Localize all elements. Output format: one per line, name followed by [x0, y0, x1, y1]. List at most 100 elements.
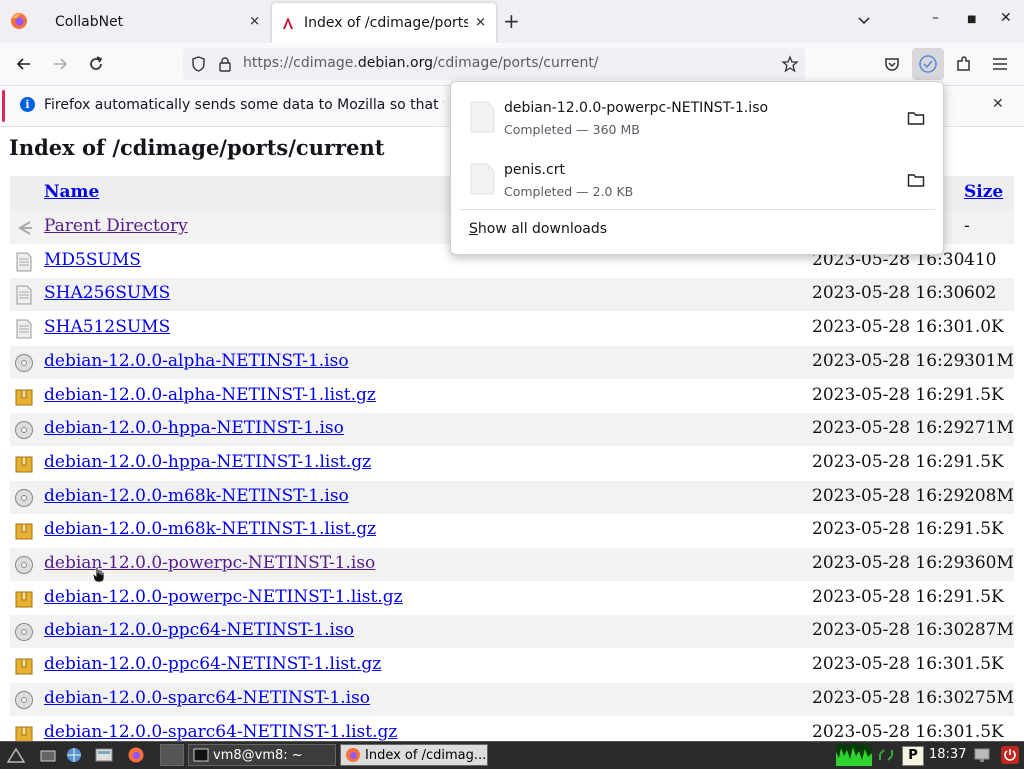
file-link[interactable]: MD5SUMS [44, 250, 141, 270]
download-item[interactable]: debian-12.0.0-powerpc-NETINST-1.iso Comp… [459, 86, 935, 146]
reload-icon[interactable] [86, 54, 106, 74]
file-size: 1.5K [964, 654, 1004, 675]
navigation-toolbar: https://cdimage.debian.org/cdimage/ports… [0, 43, 1024, 86]
file-size: - [964, 216, 970, 236]
taskbar-window-firefox[interactable]: Index of /cdimag... [340, 744, 488, 766]
divider [459, 209, 935, 210]
downloads-button[interactable] [912, 48, 944, 80]
archive-icon [15, 591, 33, 608]
file-link[interactable]: debian-12.0.0-alpha-NETINST-1.list.gz [44, 385, 376, 405]
file-link[interactable]: debian-12.0.0-hppa-NETINST-1.iso [44, 418, 344, 438]
file-link[interactable]: debian-12.0.0-ppc64-NETINST-1.iso [44, 620, 354, 640]
file-date: 2023-05-28 16:29 [812, 384, 965, 405]
file-link[interactable]: debian-12.0.0-m68k-NETINST-1.list.gz [44, 519, 376, 539]
disc-icon [15, 421, 33, 440]
network-status-icon[interactable] [876, 746, 896, 764]
show-all-downloads-button[interactable]: Show all downloads [469, 221, 607, 237]
name-column-header[interactable]: Name [44, 182, 99, 202]
table-row: SHA512SUMS 2023-05-28 16:30 1.0K [10, 312, 1014, 345]
file-link[interactable]: debian-12.0.0-alpha-NETINST-1.iso [44, 351, 349, 371]
folder-icon[interactable] [907, 110, 925, 126]
display-settings-icon[interactable] [972, 746, 992, 764]
file-size: 271M [964, 418, 1014, 439]
forward-arrow-icon[interactable] [50, 54, 70, 74]
close-tab-icon[interactable]: ✕ [475, 16, 486, 31]
tab-label: Index of /cdimage/ports/current/ [304, 15, 468, 31]
close-tab-icon[interactable]: ✕ [249, 14, 260, 29]
folder-icon[interactable] [907, 172, 925, 188]
network-globe-icon[interactable] [64, 746, 84, 764]
file-date: 2023-05-28 16:29 [812, 451, 965, 472]
taskbar-window-label: vm8@vm8: ~ [213, 747, 303, 763]
file-link[interactable]: debian-12.0.0-sparc64-NETINST-1.list.gz [44, 722, 397, 742]
terminal-icon [193, 748, 209, 762]
table-row: debian-12.0.0-ppc64-NETINST-1.iso 2023-05… [10, 615, 1014, 649]
debian-favicon-icon [283, 17, 293, 29]
file-size: 208M [964, 485, 1014, 506]
info-icon: i [20, 97, 35, 112]
table-row: debian-12.0.0-hppa-NETINST-1.iso 2023-05-… [10, 413, 1014, 447]
file-link[interactable]: debian-12.0.0-hppa-NETINST-1.list.gz [44, 452, 371, 472]
table-row: debian-12.0.0-alpha-NETINST-1.list.gz 202… [10, 380, 1014, 413]
close-window-icon[interactable]: ✕ [1000, 10, 1012, 26]
taskbar-window-terminal[interactable]: vm8@vm8: ~ [188, 744, 336, 766]
new-tab-plus-icon[interactable]: + [503, 9, 520, 33]
taskbar-clock[interactable]: 18:37 [929, 747, 966, 762]
file-size: 1.5K [964, 586, 1004, 607]
file-size: 1.0K [964, 317, 1004, 338]
file-date: 2023-05-28 16:30 [812, 620, 965, 641]
back-arrow-icon[interactable] [14, 54, 34, 74]
disc-icon [15, 623, 33, 642]
file-link[interactable]: debian-12.0.0-powerpc-NETINST-1.list.gz [44, 587, 403, 607]
file-link[interactable]: Parent Directory [44, 216, 188, 236]
file-link[interactable]: debian-12.0.0-ppc64-NETINST-1.list.gz [44, 654, 381, 674]
file-manager-icon[interactable] [94, 746, 114, 764]
chevron-down-icon[interactable] [856, 12, 872, 28]
file-size: 287M [964, 620, 1014, 641]
notification-text: Firefox automatically sends some data to… [44, 97, 444, 113]
power-button-icon[interactable] [1000, 746, 1020, 764]
table-row: debian-12.0.0-m68k-NETINST-1.iso 2023-05-… [10, 480, 1014, 514]
cpu-monitor-graph [836, 744, 872, 766]
file-size: 410 [964, 249, 997, 270]
tab-index-of-cdimage[interactable]: Index of /cdimage/ports/current/ ✕ [272, 3, 496, 43]
file-link[interactable]: SHA256SUMS [44, 283, 170, 303]
file-link[interactable]: debian-12.0.0-sparc64-NETINST-1.iso [44, 688, 370, 708]
mouse-cursor-icon [92, 566, 105, 583]
table-row: debian-12.0.0-m68k-NETINST-1.list.gz 2023… [10, 514, 1014, 547]
file-link[interactable]: debian-12.0.0-m68k-NETINST-1.iso [44, 486, 349, 506]
file-date: 2023-05-28 16:30 [812, 721, 965, 742]
disc-icon [15, 488, 33, 507]
firefox-launcher-icon[interactable] [126, 746, 146, 764]
pocket-icon[interactable] [882, 54, 902, 74]
tab-collabnet[interactable]: CollabNet ✕ [42, 0, 270, 43]
download-complete-icon [919, 55, 937, 73]
show-desktop-icon[interactable] [38, 746, 58, 764]
extensions-puzzle-icon[interactable] [954, 54, 974, 74]
text-file-icon [16, 319, 32, 339]
table-row: SHA256SUMS 2023-05-28 16:30 602 [10, 278, 1014, 312]
table-row: debian-12.0.0-powerpc-NETINST-1.iso 2023-… [10, 548, 1014, 581]
file-size: 602 [964, 283, 997, 304]
file-date: 2023-05-28 16:29 [812, 519, 965, 540]
size-column-header[interactable]: Size [964, 182, 1003, 202]
minimize-window-icon[interactable]: – [932, 10, 939, 26]
start-menu-icon[interactable] [6, 746, 26, 764]
hamburger-menu-icon[interactable] [990, 54, 1010, 74]
shield-icon[interactable] [190, 55, 207, 73]
maximize-window-icon[interactable]: ■ [967, 14, 976, 25]
bookmark-star-icon[interactable] [781, 55, 799, 73]
url-text[interactable]: https://cdimage.debian.org/cdimage/ports… [243, 55, 599, 71]
url-bar[interactable]: https://cdimage.debian.org/cdimage/ports… [183, 48, 805, 80]
lock-icon[interactable] [218, 56, 232, 72]
file-link[interactable]: SHA512SUMS [44, 317, 170, 337]
firefox-menu-icon[interactable] [10, 12, 28, 30]
disc-icon [15, 690, 33, 709]
parking-indicator-icon[interactable]: P [902, 746, 924, 766]
file-date: 2023-05-28 16:30 [812, 283, 965, 304]
downloads-panel: debian-12.0.0-powerpc-NETINST-1.iso Comp… [450, 81, 944, 255]
archive-icon [15, 456, 33, 473]
file-date: 2023-05-28 16:29 [812, 586, 965, 607]
close-notification-icon[interactable]: ✕ [992, 96, 1004, 112]
download-item[interactable]: penis.crt Completed — 2.0 KB [459, 148, 935, 208]
